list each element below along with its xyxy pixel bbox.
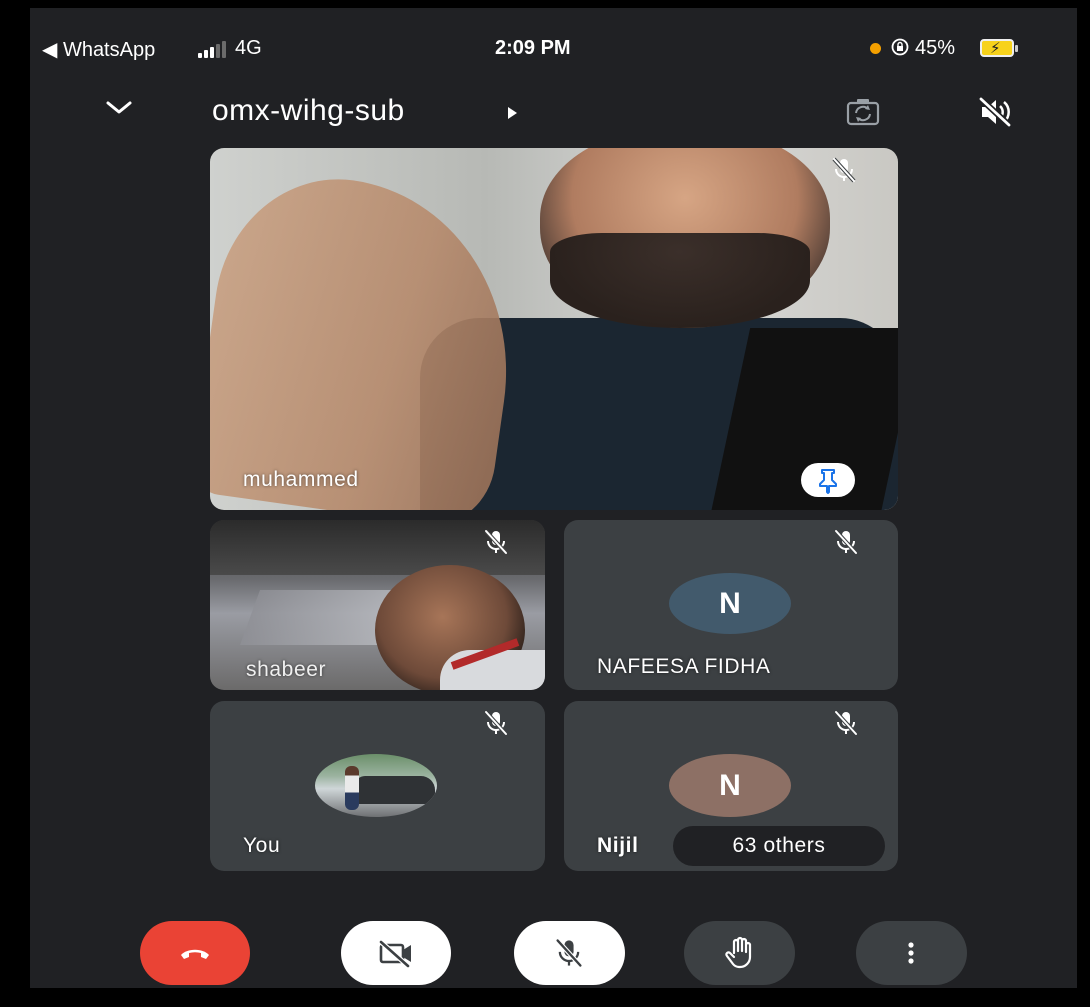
camera-off-icon — [379, 940, 411, 968]
switch-camera-icon[interactable] — [845, 96, 881, 128]
participant-name: shabeer — [246, 658, 327, 681]
video-feed-arm — [210, 163, 532, 510]
mic-off-icon — [484, 710, 508, 736]
raise-hand-button[interactable] — [684, 921, 795, 985]
avatar: N — [669, 573, 791, 634]
status-bar: ◀ WhatsApp 4G 2:09 PM 45% ⚡ — [30, 8, 1077, 78]
back-to-app-link[interactable]: ◀ WhatsApp — [42, 37, 155, 62]
raise-hand-icon — [725, 936, 752, 969]
mic-off-icon — [834, 529, 858, 555]
mic-off-icon — [484, 529, 508, 555]
pin-button[interactable] — [801, 463, 855, 497]
signal-strength-icon — [198, 41, 226, 58]
participant-tile-shabeer[interactable]: shabeer — [210, 520, 545, 690]
mic-off-icon — [832, 157, 856, 183]
meeting-details-arrow-icon[interactable] — [508, 107, 517, 119]
more-options-button[interactable] — [856, 921, 967, 985]
avatar — [315, 754, 437, 817]
participant-tile-main[interactable]: muhammed — [210, 148, 898, 510]
recording-indicator-dot — [870, 43, 881, 54]
participant-name: muhammed — [243, 468, 359, 491]
mic-off-icon — [555, 938, 583, 968]
avatar-photo-person — [345, 766, 359, 810]
video-feed-shirt — [440, 650, 545, 690]
others-count-button[interactable]: 63 others — [673, 826, 885, 866]
participant-tile-nijil[interactable]: N Nijil 63 others — [564, 701, 898, 871]
pin-icon — [819, 469, 837, 494]
meeting-code[interactable]: omx-wihg-sub — [212, 94, 405, 128]
more-options-icon — [908, 942, 914, 964]
camera-toggle-button[interactable] — [341, 921, 451, 985]
end-call-icon — [181, 949, 209, 959]
speaker-off-icon[interactable] — [977, 94, 1013, 130]
participant-name: NAFEESA FIDHA — [597, 655, 771, 678]
chevron-down-icon[interactable] — [102, 92, 136, 122]
avatar-photo-car — [355, 776, 435, 804]
rotation-lock-icon — [890, 37, 910, 63]
participant-tile-nafeesa[interactable]: N NAFEESA FIDHA — [564, 520, 898, 690]
participant-name: Nijil — [597, 834, 639, 857]
meet-call-screen: ◀ WhatsApp 4G 2:09 PM 45% ⚡ omx-wihg-sub — [30, 8, 1077, 988]
battery-icon: ⚡ — [980, 39, 1018, 57]
participant-tile-you[interactable]: You — [210, 701, 545, 871]
call-top-bar: omx-wihg-sub — [30, 86, 1077, 146]
avatar: N — [669, 754, 791, 817]
video-feed-beard — [550, 233, 810, 328]
mic-off-icon — [834, 710, 858, 736]
end-call-button[interactable] — [140, 921, 250, 985]
network-type: 4G — [235, 37, 262, 59]
battery-percent: 45% — [915, 37, 956, 59]
participant-name: You — [243, 834, 281, 857]
status-time: 2:09 PM — [495, 37, 571, 59]
microphone-toggle-button[interactable] — [514, 921, 625, 985]
